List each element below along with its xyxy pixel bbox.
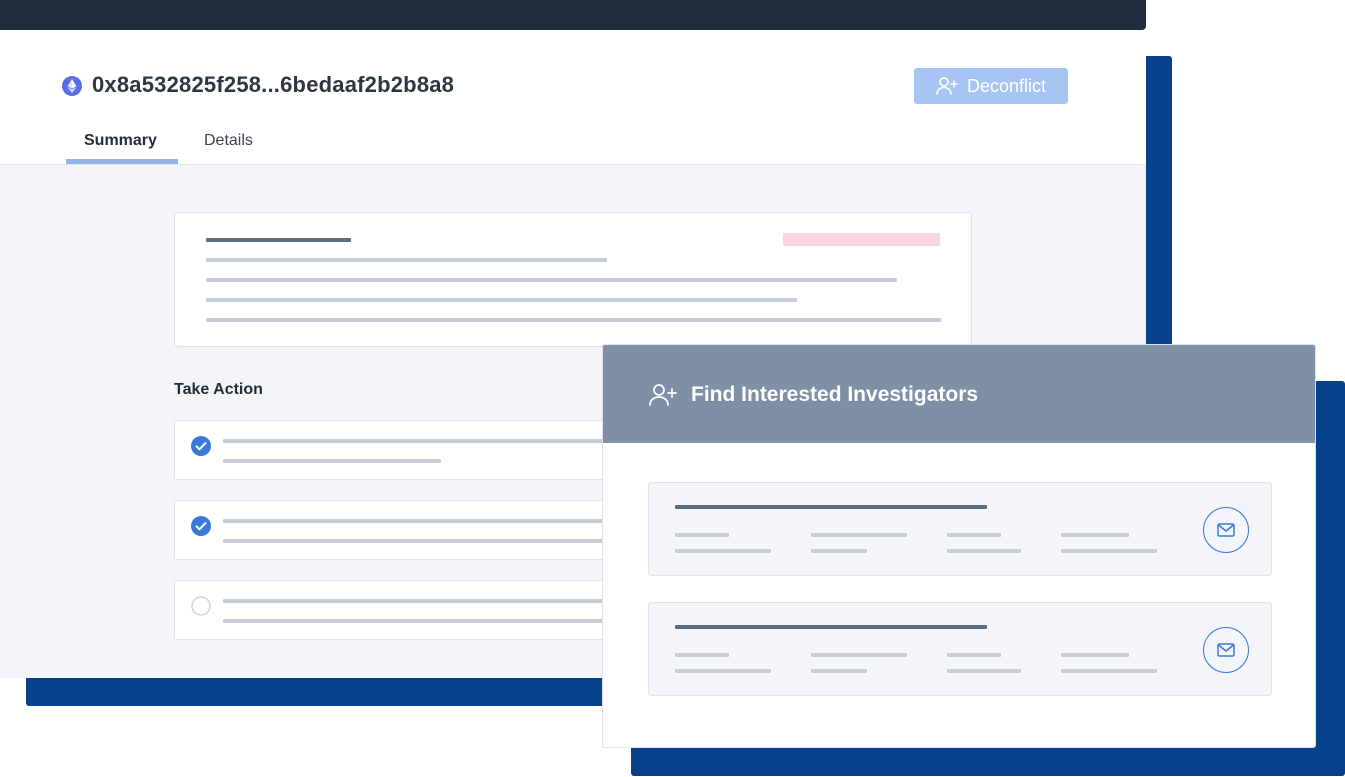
placeholder-value (947, 669, 1021, 673)
placeholder-line (223, 519, 613, 523)
investigator-card (648, 482, 1272, 576)
add-user-icon (936, 77, 958, 95)
placeholder-line (223, 539, 613, 543)
tab-summary[interactable]: Summary (84, 132, 157, 150)
placeholder-line (223, 439, 613, 443)
risk-badge-placeholder (783, 233, 940, 246)
tab-details[interactable]: Details (204, 132, 253, 150)
check-circle-icon[interactable] (191, 516, 211, 536)
placeholder-line (223, 459, 441, 463)
action-item[interactable] (174, 420, 614, 480)
ethereum-icon (62, 76, 82, 96)
window-topbar (0, 0, 1146, 30)
placeholder-line (206, 318, 941, 322)
placeholder-value (811, 669, 867, 673)
placeholder-line (206, 258, 607, 262)
panel-title: Find Interested Investigators (691, 383, 979, 406)
deconflict-button[interactable]: Deconflict (914, 68, 1068, 104)
placeholder-label (1061, 533, 1129, 537)
add-user-icon (649, 384, 677, 406)
investigator-card (648, 602, 1272, 696)
summary-card (174, 212, 972, 347)
placeholder-value (947, 549, 1021, 553)
active-tab-indicator (66, 159, 178, 164)
placeholder-label (675, 653, 729, 657)
placeholder-value (811, 549, 867, 553)
deconflict-label: Deconflict (966, 75, 1047, 96)
placeholder-label (947, 653, 1001, 657)
empty-circle-icon[interactable] (191, 596, 211, 616)
placeholder-label (811, 653, 907, 657)
placeholder-label (811, 533, 907, 537)
transaction-hash: 0x8a532825f258...6bedaaf2b2b8a8 (92, 72, 455, 97)
placeholder-heading (675, 625, 987, 629)
placeholder-line (223, 599, 613, 603)
placeholder-label (1061, 653, 1129, 657)
placeholder-label (947, 533, 1001, 537)
placeholder-value (1061, 669, 1157, 673)
action-item[interactable] (174, 580, 614, 640)
placeholder-heading (206, 238, 351, 242)
placeholder-heading (675, 505, 987, 509)
placeholder-value (675, 669, 771, 673)
contact-investigator-button[interactable] (1203, 507, 1249, 553)
placeholder-label (675, 533, 729, 537)
contact-investigator-button[interactable] (1203, 627, 1249, 673)
mail-icon (1217, 523, 1235, 537)
mail-icon (1217, 643, 1235, 657)
app-stage: 0x8a532825f258...6bedaaf2b2b8a8 Deconfli… (0, 0, 1345, 777)
placeholder-line (206, 298, 797, 302)
take-action-heading: Take Action (174, 381, 263, 398)
action-item[interactable] (174, 500, 614, 560)
placeholder-line (206, 278, 897, 282)
placeholder-value (1061, 549, 1157, 553)
placeholder-line (223, 619, 613, 623)
check-circle-icon[interactable] (191, 436, 211, 456)
find-investigators-panel: Find Interested Investigators (602, 344, 1316, 748)
panel-header: Find Interested Investigators (603, 345, 1315, 443)
placeholder-value (675, 549, 771, 553)
